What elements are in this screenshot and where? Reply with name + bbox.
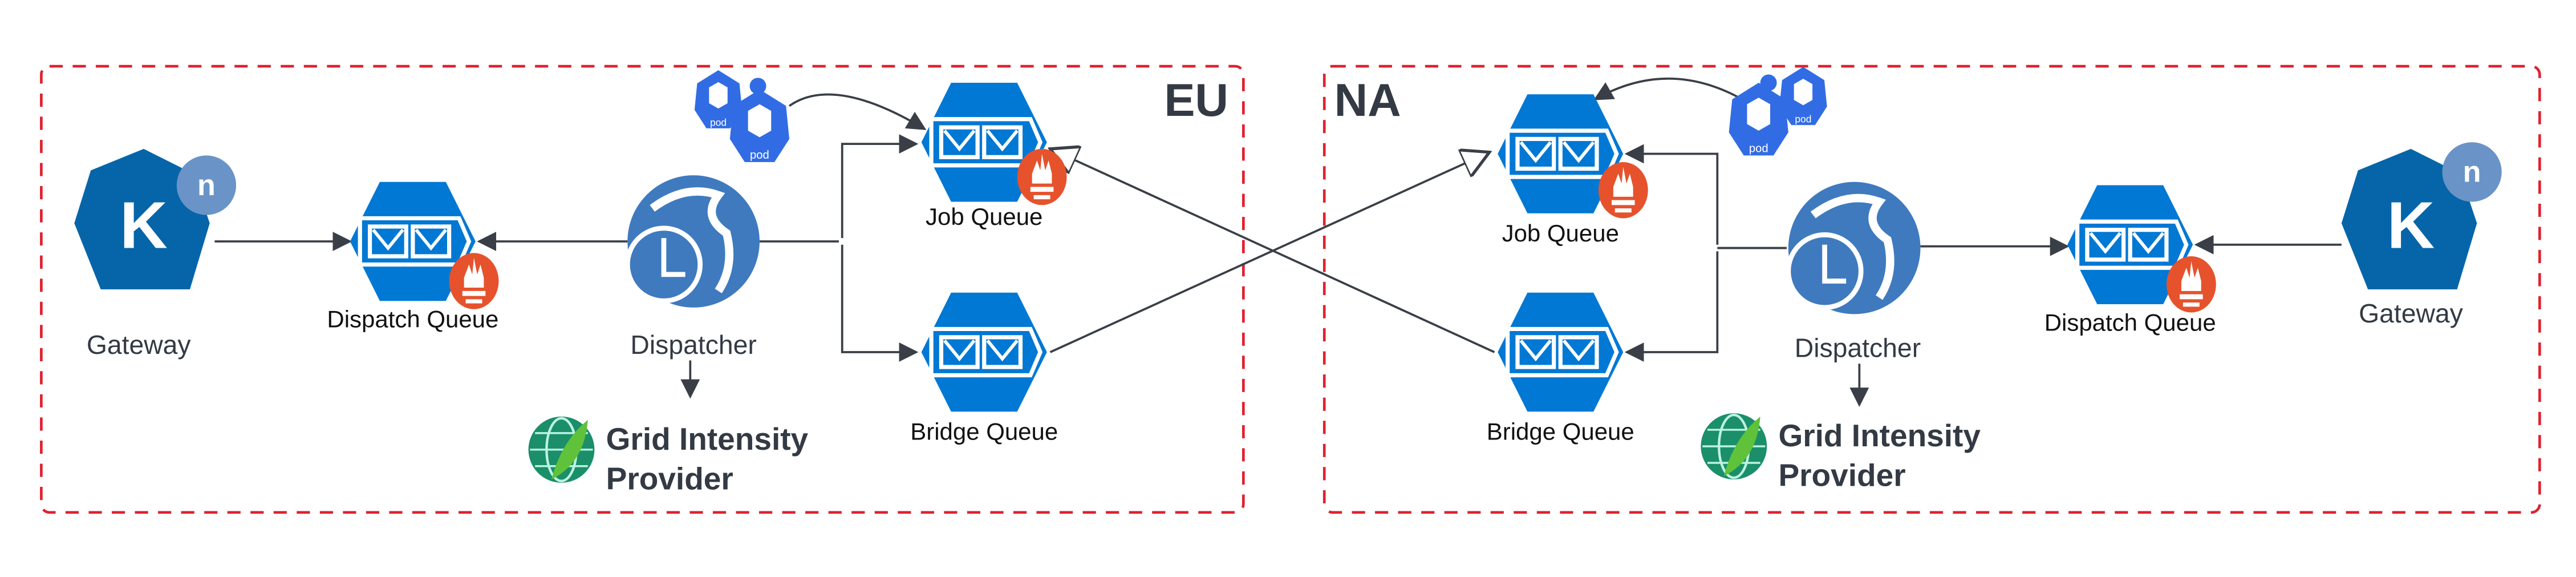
svg-text:K: K	[120, 188, 168, 263]
grid-intensity-icon	[529, 417, 595, 483]
globe-clock-icon	[627, 175, 760, 308]
na-dispatcher: Dispatcher	[1788, 182, 1921, 363]
na-gateway: K n Gateway	[2341, 142, 2502, 328]
eu-gateway: K n Gateway	[74, 148, 237, 360]
na-job-queue: Job Queue	[1498, 94, 1648, 247]
edge-eu-dispatcher-bridge	[841, 244, 919, 362]
job-queue-label: Job Queue	[1502, 220, 1619, 247]
grid-intensity-icon	[1701, 413, 1767, 479]
region-na-title: NA	[1334, 75, 1401, 126]
eu-dispatch-queue: Dispatch Queue	[327, 182, 499, 333]
eu-pods: pod pod	[694, 70, 790, 162]
gateway-label: Gateway	[87, 330, 192, 360]
na-grid-provider: Grid Intensity Provider	[1701, 413, 1981, 493]
pod-icon	[1760, 74, 1777, 91]
queue-icon	[922, 293, 1047, 411]
svg-text:pod: pod	[1795, 114, 1811, 125]
svg-text:pod: pod	[710, 116, 727, 128]
grid-provider-label-2: Provider	[606, 461, 733, 496]
edge-na-dispatcher-bridge	[1624, 251, 1719, 362]
prometheus-icon	[2166, 256, 2216, 313]
dispatch-queue-label: Dispatch Queue	[2044, 309, 2216, 336]
svg-text:pod: pod	[1749, 143, 1768, 155]
na-dispatch-queue: Dispatch Queue	[2044, 185, 2216, 336]
eu-job-queue: Job Queue	[922, 83, 1067, 230]
architecture-diagram: EU NA K n Gateway Dispatch Queue Dispatc…	[40, 64, 2541, 514]
bridge-queue-label: Bridge Queue	[1487, 418, 1634, 445]
edge-eu-pods-job	[788, 93, 927, 130]
svg-text:n: n	[197, 169, 216, 202]
gateway-label: Gateway	[2359, 298, 2464, 328]
svg-text:K: K	[2387, 188, 2435, 263]
grid-provider-label-1: Grid Intensity	[606, 421, 809, 457]
region-eu-title: EU	[1164, 75, 1228, 126]
job-queue-label: Job Queue	[926, 203, 1042, 230]
edge-na-dispatcher-job	[1626, 154, 1787, 249]
eu-dispatcher: Dispatcher	[627, 175, 760, 360]
edge-eu-bridge-na-job	[1049, 152, 1490, 353]
svg-text:n: n	[2463, 156, 2481, 189]
svg-text:pod: pod	[750, 149, 769, 162]
eu-bridge-queue: Bridge Queue	[910, 293, 1058, 445]
dispatcher-label: Dispatcher	[630, 330, 756, 360]
prometheus-icon	[1017, 148, 1067, 205]
na-pods: pod pod	[1729, 67, 1827, 156]
edge-eu-dispatcher-job	[759, 144, 916, 243]
eu-grid-provider: Grid Intensity Provider	[529, 417, 809, 496]
globe-clock-icon	[1788, 182, 1921, 314]
pod-icon	[749, 78, 766, 95]
dispatch-queue-label: Dispatch Queue	[327, 306, 498, 333]
dispatcher-label: Dispatcher	[1795, 333, 1921, 363]
prometheus-icon	[1598, 162, 1648, 219]
grid-provider-label-1: Grid Intensity	[1778, 418, 1981, 453]
na-bridge-queue: Bridge Queue	[1487, 293, 1634, 445]
queue-icon	[1498, 293, 1623, 411]
prometheus-icon	[449, 253, 499, 309]
edge-na-pods-job	[1593, 78, 1743, 100]
connectors	[214, 78, 2342, 407]
bridge-queue-label: Bridge Queue	[910, 418, 1058, 445]
grid-provider-label-2: Provider	[1778, 458, 1905, 493]
